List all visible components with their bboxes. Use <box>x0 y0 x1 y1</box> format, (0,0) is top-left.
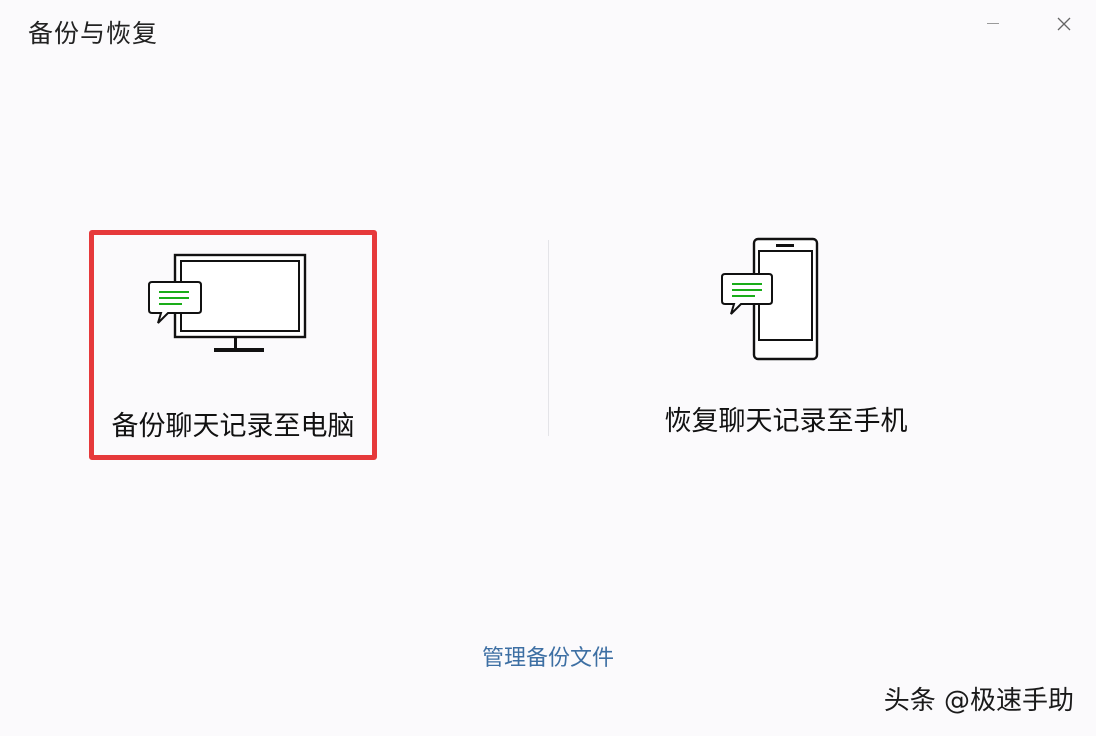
monitor-chat-icon <box>148 253 307 352</box>
phone-chat-icon <box>721 237 819 361</box>
backup-to-pc-label: 备份聊天记录至电脑 <box>111 411 355 442</box>
backup-to-pc-option[interactable]: 备份聊天记录至电脑 <box>89 230 377 460</box>
divider <box>548 240 549 436</box>
window-title: 备份与恢复 <box>28 19 159 48</box>
close-button[interactable] <box>1052 12 1076 36</box>
minimize-icon <box>987 23 999 24</box>
close-icon <box>1057 17 1071 31</box>
minimize-button[interactable] <box>984 18 1002 28</box>
restore-to-phone-label: 恢复聊天记录至手机 <box>664 406 908 437</box>
manage-backup-files-link[interactable]: 管理备份文件 <box>0 644 1096 674</box>
watermark-text: 头条 @极速手助 <box>883 686 1074 716</box>
restore-to-phone-option[interactable]: 恢复聊天记录至手机 <box>640 230 932 460</box>
